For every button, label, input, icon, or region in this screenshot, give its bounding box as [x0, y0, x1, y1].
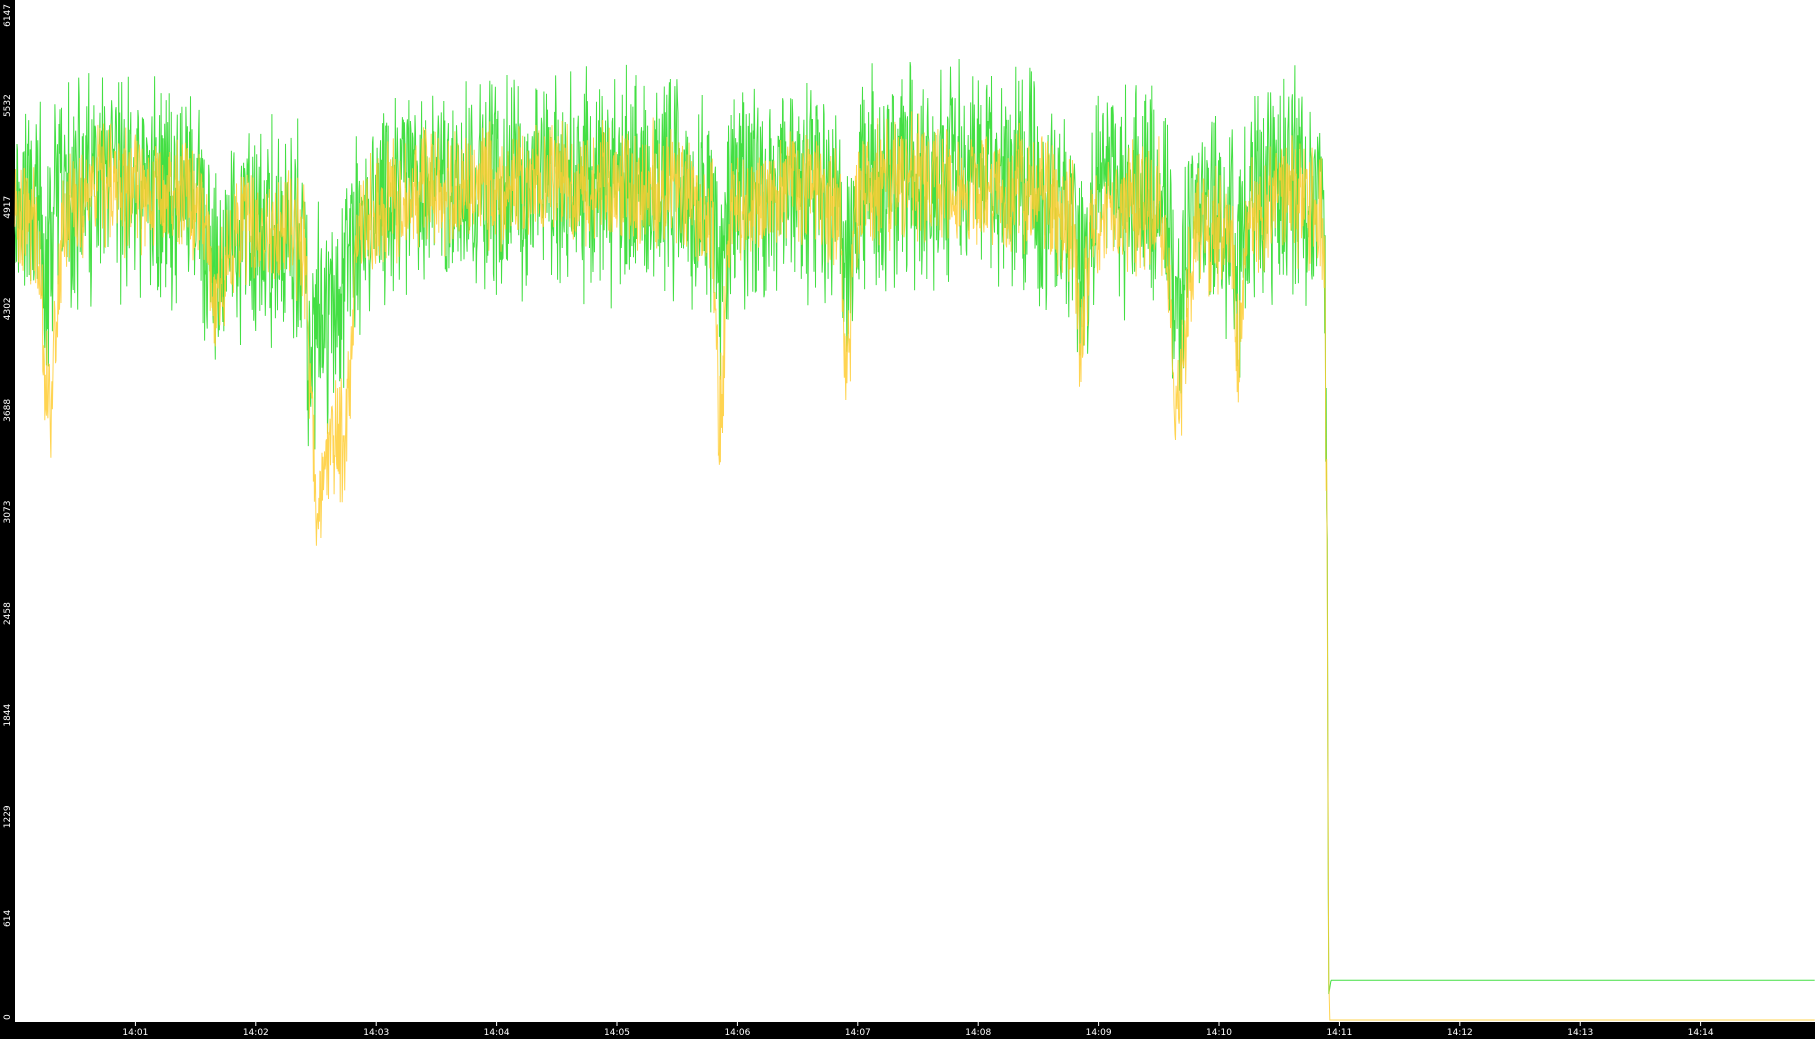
y-tick-label: 614	[3, 910, 13, 927]
y-tick-label: 1844	[3, 703, 13, 726]
line-chart: 0 614 1229 1844 2458 3073 3688 4302 4917 5532 6147…	[0, 0, 1815, 1039]
x-tick-label: 14:01	[122, 1028, 148, 1038]
x-tick-label: 14:10	[1206, 1028, 1232, 1038]
x-tick-label: 14:08	[965, 1028, 991, 1038]
y-tick-label: 0	[3, 1014, 13, 1020]
chart: 0 614 1229 1844 2458 3073 3688 4302 4917 5532 6147…	[0, 0, 1815, 1039]
y-tick-label: 1229	[3, 805, 13, 828]
y-tick-label: 6147	[3, 4, 13, 27]
y-tick-label: 3073	[3, 501, 13, 524]
y-tick-label: 3688	[3, 399, 13, 422]
x-tick-label: 14:03	[363, 1028, 389, 1038]
x-tick-label: 14:13	[1567, 1028, 1593, 1038]
x-axis-band	[0, 1022, 1815, 1039]
y-tick-label: 5532	[3, 94, 13, 117]
y-tick-label: 4917	[3, 196, 13, 219]
x-tick-label: 14:09	[1086, 1028, 1112, 1038]
x-tick-label: 14:12	[1447, 1028, 1473, 1038]
x-tick-label: 14:04	[484, 1028, 510, 1038]
y-tick-label: 2458	[3, 602, 13, 625]
x-tick-label: 14:11	[1326, 1028, 1352, 1038]
x-tick-label: 14:07	[845, 1028, 871, 1038]
x-tick-label: 14:14	[1688, 1028, 1714, 1038]
y-tick-label: 4302	[3, 297, 13, 320]
x-tick-label: 14:05	[604, 1028, 630, 1038]
x-tick-label: 14:02	[243, 1028, 269, 1038]
x-tick-label: 14:06	[724, 1028, 750, 1038]
